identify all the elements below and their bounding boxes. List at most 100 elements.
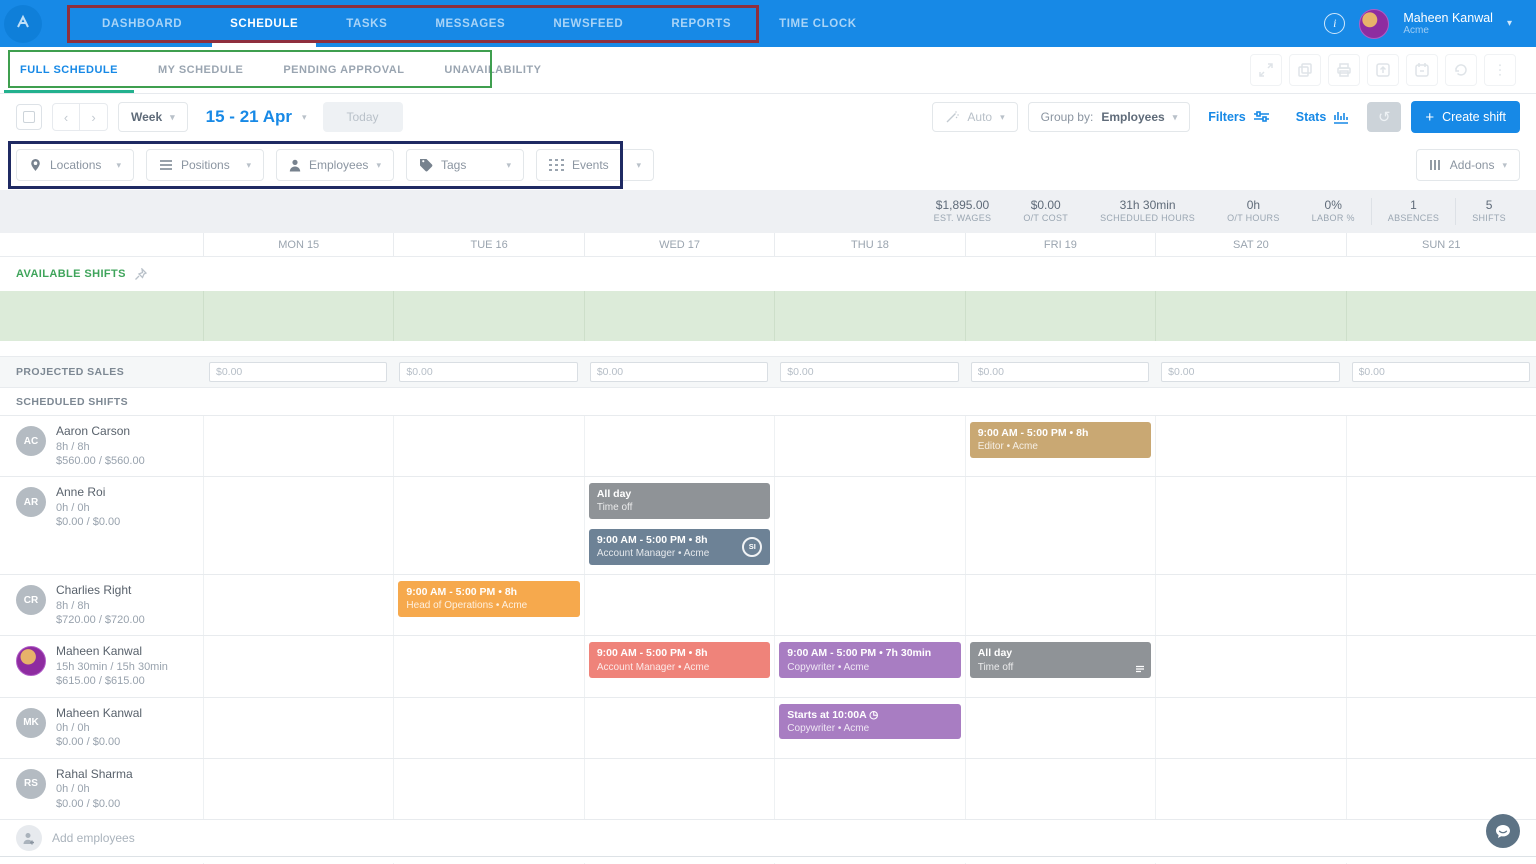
auto-schedule-dropdown[interactable]: Auto ▾	[932, 102, 1017, 132]
nav-messages[interactable]: MESSAGES	[411, 0, 529, 47]
nav-dashboard[interactable]: DASHBOARD	[78, 0, 206, 47]
shift-block[interactable]: 9:00 AM - 5:00 PM • 8h Head of Operation…	[398, 581, 579, 617]
undo-button[interactable]: ↺	[1367, 102, 1401, 132]
user-avatar[interactable]	[1359, 9, 1389, 39]
next-week-button[interactable]: ›	[80, 103, 108, 131]
prev-week-button[interactable]: ‹	[52, 103, 80, 131]
day-cell[interactable]	[203, 698, 393, 758]
day-header[interactable]: TUE 16	[393, 233, 583, 256]
day-cell[interactable]	[1155, 636, 1345, 696]
info-icon[interactable]: i	[1324, 13, 1345, 34]
day-cell[interactable]: All day Time off	[965, 636, 1155, 696]
nav-newsfeed[interactable]: NEWSFEED	[529, 0, 647, 47]
tab-unavailability[interactable]: UNAVAILABILITY	[424, 47, 561, 93]
day-cell[interactable]: 9:00 AM - 5:00 PM • 8h Account Manager •…	[584, 636, 774, 696]
time-off-block[interactable]: All day Time off	[970, 642, 1151, 678]
employee-label[interactable]: AC Aaron Carson 8h / 8h $560.00 / $560.0…	[0, 416, 203, 476]
day-cell[interactable]	[1155, 477, 1345, 574]
day-header[interactable]: MON 15	[203, 233, 393, 256]
fullscreen-icon[interactable]	[1250, 54, 1282, 86]
employee-label[interactable]: MK Maheen Kanwal 0h / 0h $0.00 / $0.00	[0, 698, 203, 758]
day-cell[interactable]	[774, 477, 964, 574]
day-cell[interactable]	[1346, 759, 1536, 819]
day-cell[interactable]	[1346, 416, 1536, 476]
chat-bubble-button[interactable]	[1486, 814, 1520, 848]
projected-sales-input[interactable]	[399, 362, 577, 382]
export-icon[interactable]	[1367, 54, 1399, 86]
day-cell[interactable]: 9:00 AM - 5:00 PM • 8h Editor • Acme	[965, 416, 1155, 476]
day-cell[interactable]	[1346, 636, 1536, 696]
day-cell[interactable]	[965, 575, 1155, 635]
day-cell[interactable]	[1155, 575, 1345, 635]
projected-sales-input[interactable]	[971, 362, 1149, 382]
day-cell[interactable]	[1155, 416, 1345, 476]
filter-employees[interactable]: Employees ▾	[276, 149, 394, 181]
day-cell[interactable]	[774, 575, 964, 635]
day-cell[interactable]	[774, 759, 964, 819]
date-chevron-icon[interactable]: ▾	[302, 112, 307, 123]
filters-button[interactable]: Filters	[1200, 110, 1278, 124]
history-icon[interactable]	[1445, 54, 1477, 86]
day-cell[interactable]	[203, 477, 393, 574]
time-off-block[interactable]: All day Time off	[589, 483, 770, 519]
day-cell[interactable]: 9:00 AM - 5:00 PM • 7h 30min Copywriter …	[774, 636, 964, 696]
day-cell[interactable]	[965, 477, 1155, 574]
day-header[interactable]: FRI 19	[965, 233, 1155, 256]
day-header[interactable]: THU 18	[774, 233, 964, 256]
projected-sales-input[interactable]	[1161, 362, 1339, 382]
projected-sales-input[interactable]	[209, 362, 387, 382]
day-cell[interactable]	[393, 416, 583, 476]
range-mode-dropdown[interactable]: Week ▾	[118, 102, 188, 132]
tab-pending-approval[interactable]: PENDING APPROVAL	[263, 47, 424, 93]
day-cell[interactable]	[1155, 698, 1345, 758]
day-cell[interactable]	[965, 698, 1155, 758]
day-cell[interactable]	[393, 477, 583, 574]
available-shifts-band[interactable]	[0, 291, 1536, 341]
day-header[interactable]: SUN 21	[1346, 233, 1536, 256]
stats-button[interactable]: Stats	[1288, 110, 1358, 124]
create-shift-button[interactable]: + Create shift	[1411, 101, 1520, 133]
projected-sales-input[interactable]	[780, 362, 958, 382]
more-icon[interactable]	[1484, 54, 1516, 86]
day-cell[interactable]: 9:00 AM - 5:00 PM • 8h Head of Operation…	[393, 575, 583, 635]
day-cell[interactable]	[584, 575, 774, 635]
day-cell[interactable]: All day Time off 9:00 AM - 5:00 PM • 8h …	[584, 477, 774, 574]
day-cell[interactable]	[393, 636, 583, 696]
add-employees-button[interactable]: Add employees	[0, 819, 1536, 856]
day-cell[interactable]	[584, 416, 774, 476]
shift-block[interactable]: 9:00 AM - 5:00 PM • 7h 30min Copywriter …	[779, 642, 960, 678]
projected-sales-input[interactable]	[1352, 362, 1530, 382]
day-cell[interactable]: Starts at 10:00A ◷ Copywriter • Acme	[774, 698, 964, 758]
day-cell[interactable]	[584, 759, 774, 819]
user-menu[interactable]: Maheen Kanwal Acme	[1403, 11, 1493, 37]
day-cell[interactable]	[1346, 698, 1536, 758]
day-cell[interactable]	[393, 759, 583, 819]
print-icon[interactable]	[1328, 54, 1360, 86]
calendar-sync-icon[interactable]	[1406, 54, 1438, 86]
tab-my-schedule[interactable]: MY SCHEDULE	[138, 47, 263, 93]
nav-schedule[interactable]: SCHEDULE	[206, 0, 322, 47]
day-cell[interactable]	[1346, 477, 1536, 574]
app-logo-icon[interactable]	[4, 5, 42, 43]
projected-sales-input[interactable]	[590, 362, 768, 382]
tab-full-schedule[interactable]: FULL SCHEDULE	[0, 47, 138, 93]
day-cell[interactable]	[203, 416, 393, 476]
shift-block[interactable]: Starts at 10:00A ◷ Copywriter • Acme	[779, 704, 960, 740]
copy-icon[interactable]	[1289, 54, 1321, 86]
employee-label[interactable]: AR Anne Roi 0h / 0h $0.00 / $0.00	[0, 477, 203, 574]
filter-events[interactable]: Events ▾	[536, 149, 654, 181]
shift-block[interactable]: 9:00 AM - 5:00 PM • 8h Account Manager •…	[589, 529, 770, 565]
filter-locations[interactable]: Locations ▾	[16, 149, 134, 181]
add-ons-button[interactable]: Add-ons ▾	[1416, 149, 1520, 181]
day-cell[interactable]	[1155, 759, 1345, 819]
day-cell[interactable]	[393, 698, 583, 758]
pin-icon[interactable]	[134, 268, 147, 281]
group-by-dropdown[interactable]: Group by: Employees ▾	[1028, 102, 1191, 132]
nav-tasks[interactable]: TASKS	[322, 0, 411, 47]
shift-block[interactable]: 9:00 AM - 5:00 PM • 8h Account Manager •…	[589, 642, 770, 678]
today-button[interactable]: Today	[323, 102, 403, 132]
day-cell[interactable]	[203, 759, 393, 819]
filter-positions[interactable]: Positions ▾	[146, 149, 264, 181]
day-header[interactable]: SAT 20	[1155, 233, 1345, 256]
day-cell[interactable]	[1346, 575, 1536, 635]
